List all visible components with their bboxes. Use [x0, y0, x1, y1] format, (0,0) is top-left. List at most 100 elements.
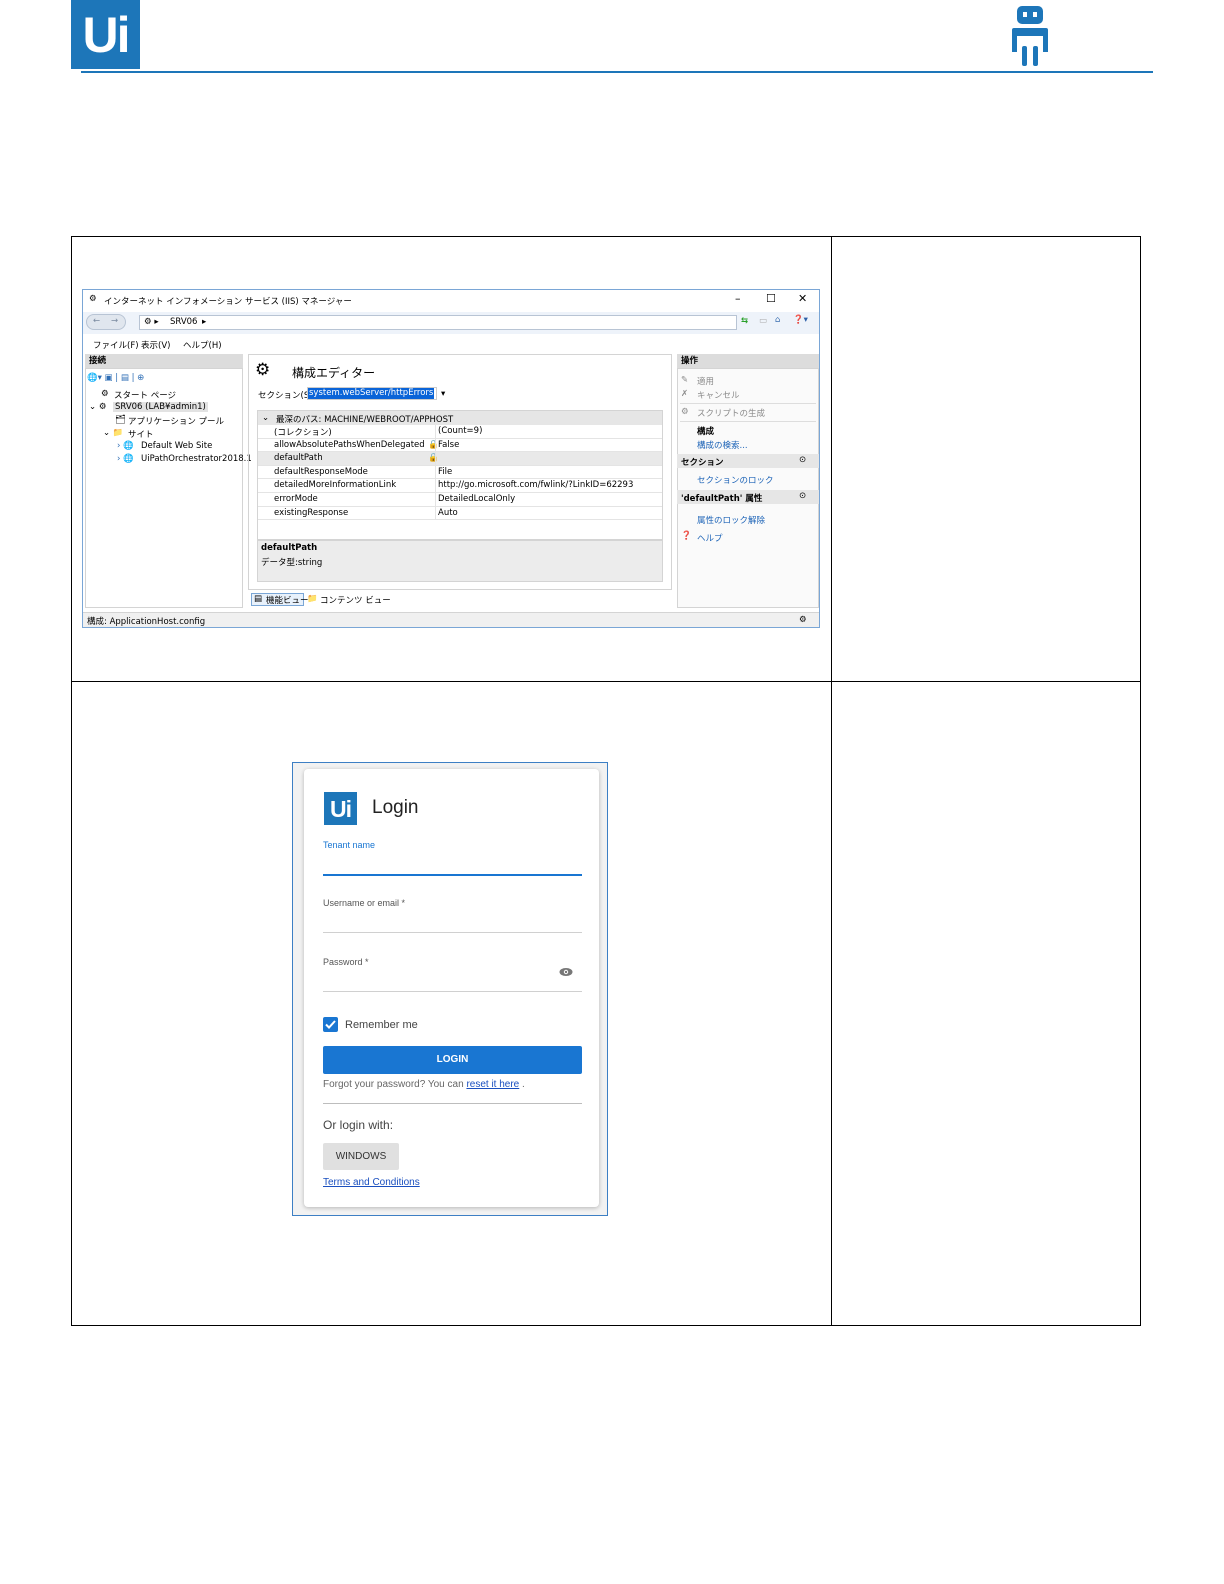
section-dropdown-icon[interactable]: ▾ — [441, 389, 445, 399]
help-dropdown-icon[interactable]: ❓▾ — [793, 315, 808, 325]
tenant-label: Tenant name — [323, 840, 376, 850]
action-help[interactable]: ヘルプ — [697, 532, 723, 544]
grid-key: allowAbsolutePathsWhenDelegated — [274, 439, 425, 450]
collapse-icon[interactable]: ⌄ — [262, 413, 269, 423]
remember-checkbox[interactable] — [323, 1017, 338, 1032]
or-login-with: Or login with: — [323, 1118, 394, 1132]
action-lock-section[interactable]: セクションのロック — [697, 474, 774, 486]
section-group-title: セクション — [681, 458, 724, 468]
tree-start-page[interactable]: スタート ページ — [114, 389, 176, 401]
collapse-circle-icon[interactable]: ⊙ — [799, 455, 806, 465]
tree-server[interactable]: SRV06 (LAB¥admin1) — [113, 402, 208, 412]
action-generate-script[interactable]: スクリプトの生成 — [697, 407, 765, 419]
site-globe-icon-2[interactable]: › 🌐 — [117, 454, 134, 464]
address-text: SRV06 — [170, 317, 198, 327]
menu-file[interactable]: ファイル(F) — [93, 339, 139, 351]
actions-panel — [677, 368, 819, 608]
grid-key: detailedMoreInformationLink — [274, 480, 397, 491]
address-field[interactable]: ⚙ ▸ SRV06 ▸ — [139, 315, 737, 330]
section-group-header: セクション ⊙ — [677, 454, 819, 468]
tab-features-view[interactable]: ▤ 機能ビュー — [251, 593, 309, 606]
content-view-icon[interactable]: 📁 — [307, 594, 318, 604]
login-button[interactable]: LOGIN — [323, 1046, 582, 1074]
forgot-prefix: Forgot your password? You can — [323, 1079, 464, 1090]
grid-row[interactable]: defaultResponseMode File — [258, 465, 662, 480]
grid-key: defaultResponseMode — [274, 466, 368, 477]
terms-link[interactable]: Terms and Conditions — [323, 1177, 420, 1188]
connect-toolbar-icons[interactable]: 🌐▾ ▣ | ▤ | ⊕ — [87, 373, 144, 383]
action-search-config[interactable]: 構成の検索... — [697, 439, 748, 451]
back-forward-buttons[interactable]: ← → — [86, 314, 126, 330]
deepest-path: 最深のパス: MACHINE/WEBROOT/APPHOST — [276, 415, 454, 425]
stop-icon[interactable]: ▭ — [759, 316, 767, 326]
cancel-icon: ✗ — [681, 389, 689, 399]
server-icon: ⚙ ▸ — [144, 317, 159, 327]
check-icon — [325, 1020, 336, 1029]
forward-icon[interactable]: → — [111, 316, 118, 326]
attribute-group-title: 'defaultPath' 属性 — [681, 494, 763, 504]
property-grid: ⌄ 最深のパス: MACHINE/WEBROOT/APPHOST (コレクション… — [257, 410, 663, 540]
status-text: 構成: ApplicationHost.config — [87, 617, 206, 627]
grid-row[interactable]: allowAbsolutePathsWhenDelegated 🔒 False — [258, 438, 662, 453]
tree-expand-icon[interactable]: ⌄ ⚙ — [89, 402, 106, 412]
grid-row-selected[interactable]: defaultPath 🔒 — [258, 452, 662, 466]
header-rule — [81, 71, 1153, 73]
sites-folder-icon[interactable]: ⌄ 📁 — [103, 428, 123, 438]
login-title: Login — [372, 797, 419, 818]
iis-manager-window: ⚙ インターネット インフォメーション サービス (IIS) マネージャー – … — [82, 289, 820, 628]
action-apply[interactable]: 適用 — [697, 375, 714, 387]
grid-row[interactable]: (コレクション) (Count=9) — [258, 425, 662, 439]
iis-app-icon: ⚙ — [89, 294, 97, 304]
status-icon: ⚙ — [799, 615, 807, 625]
forgot-text: Forgot your password? You can reset it h… — [323, 1079, 525, 1090]
collapse-circle-icon-2[interactable]: ⊙ — [799, 491, 806, 501]
grid-value: (Count=9) — [438, 426, 483, 436]
eye-icon[interactable] — [559, 967, 573, 977]
tree-start-page-icon: ⚙ — [101, 389, 109, 399]
lock-icon: 🔒 — [428, 453, 439, 464]
login-card: Ui Login Tenant name Username or email *… — [304, 769, 599, 1207]
table-cell-2-right — [831, 681, 1141, 1326]
maximize-icon[interactable]: ☐ — [766, 292, 776, 305]
grid-key: existingResponse — [274, 507, 349, 518]
grid-key: (コレクション) — [274, 428, 332, 438]
tenant-input[interactable] — [323, 874, 582, 876]
robot-icon — [1012, 6, 1048, 66]
config-editor-icon: ⚙ — [255, 360, 271, 380]
password-label: Password * — [323, 957, 369, 967]
grid-value: False — [438, 439, 460, 450]
close-icon[interactable]: ✕ — [798, 292, 807, 305]
connections-header: 接続 — [85, 354, 243, 368]
features-view-icon: ▤ — [254, 594, 263, 604]
grid-value: http://go.microsoft.com/fwlink/?LinkID=6… — [438, 480, 634, 491]
actions-header: 操作 — [677, 354, 819, 368]
username-input[interactable] — [323, 932, 582, 933]
grid-row[interactable]: detailedMoreInformationLink http://go.mic… — [258, 479, 662, 493]
grid-row[interactable]: errorMode DetailedLocalOnly — [258, 493, 662, 507]
reset-link[interactable]: reset it here — [466, 1079, 519, 1090]
grid-value: File — [438, 466, 453, 477]
section-select[interactable]: system.webServer/httpErrors — [307, 387, 437, 400]
minimize-icon[interactable]: – — [735, 292, 741, 305]
tree-orchestrator-site[interactable]: UiPathOrchestrator2018.1 — [141, 454, 252, 464]
home-icon[interactable]: ⌂ — [775, 315, 780, 325]
tree-sites[interactable]: サイト — [128, 428, 154, 440]
desc-type: データ型:string — [261, 558, 323, 568]
section-select-value: system.webServer/httpErrors — [308, 388, 435, 399]
menu-help[interactable]: ヘルプ(H) — [183, 339, 222, 351]
action-cancel[interactable]: キャンセル — [697, 389, 740, 401]
password-input[interactable] — [323, 991, 582, 992]
action-config-label: 構成 — [697, 427, 715, 437]
tree-app-pools[interactable]: アプリケーション プール — [128, 415, 224, 427]
tree-default-web-site[interactable]: Default Web Site — [141, 441, 212, 451]
windows-login-button[interactable]: WINDOWS — [323, 1143, 399, 1170]
grid-key: defaultPath — [274, 453, 323, 464]
back-icon[interactable]: ← — [93, 316, 100, 326]
refresh-icon[interactable]: ⇆ — [741, 316, 748, 326]
login-screenshot: Ui Login Tenant name Username or email *… — [292, 762, 608, 1216]
action-unlock-attribute[interactable]: 属性のロック解除 — [697, 514, 765, 526]
menu-view[interactable]: 表示(V) — [141, 339, 170, 351]
site-globe-icon[interactable]: › 🌐 — [117, 441, 134, 451]
tab-content-view[interactable]: コンテンツ ビュー — [320, 594, 391, 606]
grid-row[interactable]: existingResponse Auto — [258, 506, 662, 521]
